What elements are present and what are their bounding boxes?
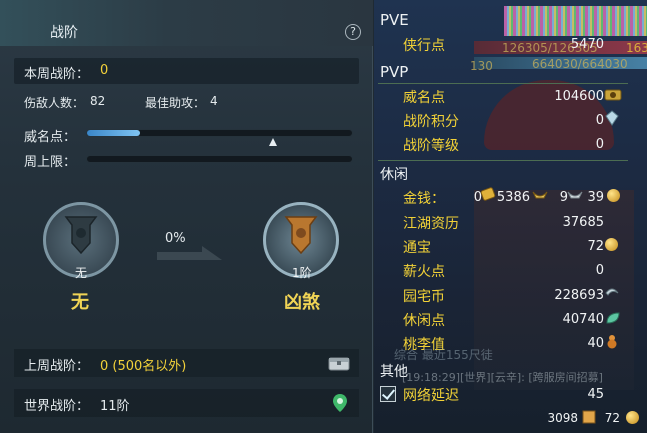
location-pin-icon[interactable]: [332, 393, 348, 413]
coin-icon: [607, 189, 620, 202]
last-week-value: 0 (500名以外): [100, 359, 187, 374]
pvp-item-value: 0: [595, 137, 604, 152]
bottom-right-counter: 72: [604, 411, 620, 425]
other-item-label: 网络延迟: [403, 388, 459, 404]
pvp-item-label: 威名点: [403, 90, 445, 106]
pvp-item-label: 战阶积分: [403, 114, 459, 130]
fame-label: 威名点：: [24, 130, 77, 145]
pvp-item-label: 战阶等级: [403, 138, 459, 154]
coin-icon: [626, 411, 639, 424]
money-silver-value: 5386: [496, 190, 530, 205]
leisure-item-value: 40: [587, 336, 604, 351]
pvp-item-value: 104600: [554, 89, 604, 104]
fame-marker-icon: [269, 138, 277, 146]
chat-line-overlay: [19:18:29][世界][云辛]: [跨服房间招募]: [402, 371, 603, 384]
last-week-label: 上周战阶：: [24, 359, 90, 374]
currency-panel: 126305/126305 163 664030/664030 130 PVE …: [374, 0, 647, 433]
pvp-header: PVP: [380, 63, 409, 81]
leisure-item-label: 江湖资历: [403, 216, 459, 232]
leaf-icon: [606, 312, 620, 324]
money-label: 金钱：: [403, 191, 445, 207]
world-rank-label: 世界战阶：: [24, 399, 90, 414]
network-latency-checkbox[interactable]: [380, 386, 396, 402]
assist-value: 4: [210, 94, 218, 108]
help-button[interactable]: ?: [345, 24, 361, 40]
chat-tab-overlay: 综合 最近155尺徒: [394, 348, 493, 362]
gourd-icon: [607, 335, 617, 349]
bottom-left-counter: 3098: [547, 411, 578, 425]
rank-progress-percent: 0%: [165, 231, 186, 246]
world-rank-value: 11阶: [100, 399, 130, 414]
leisure-item-value: 228693: [554, 288, 604, 303]
money-copper-value: 9: [559, 190, 568, 205]
week-cap-bar: [86, 155, 353, 163]
flag-icon: [582, 410, 596, 424]
assist-label: 最佳助攻：: [145, 96, 206, 110]
pve-item-value: 5470: [570, 37, 604, 52]
fame-progress-bar: [86, 129, 353, 137]
rank-panel: 战阶 ? 本周战阶： 0 伤敌人数： 82 最佳助攻： 4 威名点： 周上限： …: [0, 0, 373, 433]
tongbao-coin-icon: [605, 238, 618, 251]
arrow-right-icon: [157, 246, 222, 260]
next-rank-name: 凶煞: [284, 292, 320, 313]
panel-title: 战阶: [50, 25, 78, 41]
next-rank-level: 1阶: [292, 266, 312, 280]
chest-icon[interactable]: [328, 355, 350, 371]
level-overlay-text: 163: [626, 41, 647, 55]
banner-icon: [284, 216, 318, 255]
leisure-item-label: 休闲点: [403, 313, 445, 329]
leisure-header: 休闲: [380, 167, 408, 183]
week-rank-label: 本周战阶：: [24, 67, 90, 82]
banner-icon: [64, 216, 98, 255]
money-coin-value: 39: [587, 190, 604, 205]
leisure-item-value: 37685: [562, 215, 604, 230]
current-rank-name: 无: [71, 292, 89, 313]
leisure-item-value: 72: [587, 239, 604, 254]
kills-value: 82: [90, 94, 106, 108]
silver-ingot-icon: [532, 191, 548, 199]
fame-icon: [604, 89, 622, 101]
level-badge-text: 130: [470, 59, 493, 73]
leisure-item-value: 0: [595, 263, 604, 278]
other-item-value: 45: [587, 387, 604, 402]
leisure-item-label: 薪火点: [403, 264, 445, 280]
crystal-icon: [605, 110, 619, 126]
copper-ingot-icon: [567, 191, 583, 199]
last-week-row: 上周战阶： 0 (500名以外): [14, 349, 359, 377]
pvp-item-value: 0: [595, 113, 604, 128]
fame-progress-fill: [87, 130, 140, 136]
pve-header: PVE: [380, 11, 409, 29]
mp-overlay-text: 664030/664030: [532, 57, 628, 71]
world-rank-row: 世界战阶： 11阶: [14, 389, 359, 417]
leisure-item-label: 园宅币: [403, 289, 445, 305]
week-cap-label: 周上限：: [24, 155, 77, 170]
panel-header: 战阶 ?: [0, 0, 373, 46]
week-rank-row: 本周战阶： 0: [14, 58, 359, 84]
current-rank-level: 无: [75, 266, 88, 280]
leisure-item-value: 40740: [562, 312, 604, 327]
leisure-item-label: 通宝: [403, 240, 431, 256]
week-rank-value: 0: [100, 63, 109, 78]
pve-item-label: 侠行点: [403, 38, 445, 54]
kills-label: 伤敌人数：: [24, 96, 85, 110]
house-coin-icon: [605, 288, 619, 296]
